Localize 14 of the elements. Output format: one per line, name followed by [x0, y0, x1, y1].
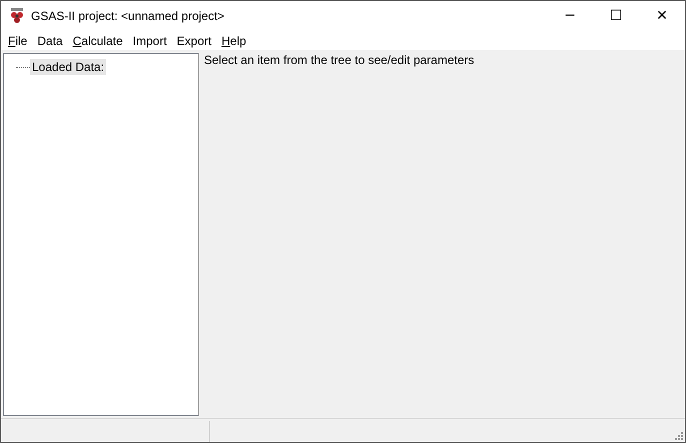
minimize-button[interactable]: ─ — [547, 1, 593, 31]
close-button[interactable]: ✕ — [639, 1, 685, 31]
tree-item[interactable]: Loaded Data: — [30, 59, 106, 75]
menu-item[interactable]: Data — [32, 34, 68, 48]
menu-item[interactable]: File — [3, 34, 32, 48]
maximize-button[interactable]: ☐ — [593, 1, 639, 31]
menu-item[interactable]: Help — [216, 34, 252, 48]
resize-grip-icon — [673, 430, 683, 440]
instruction-text: Select an item from the tree to see/edit parameters — [204, 53, 474, 67]
menu-item[interactable]: Calculate — [68, 34, 128, 48]
menu-item[interactable]: Import — [128, 34, 172, 48]
window-title: GSAS-II project: <unnamed project> — [31, 9, 226, 23]
app-logo-icon — [9, 8, 25, 24]
menu-item[interactable]: Export — [172, 34, 216, 48]
